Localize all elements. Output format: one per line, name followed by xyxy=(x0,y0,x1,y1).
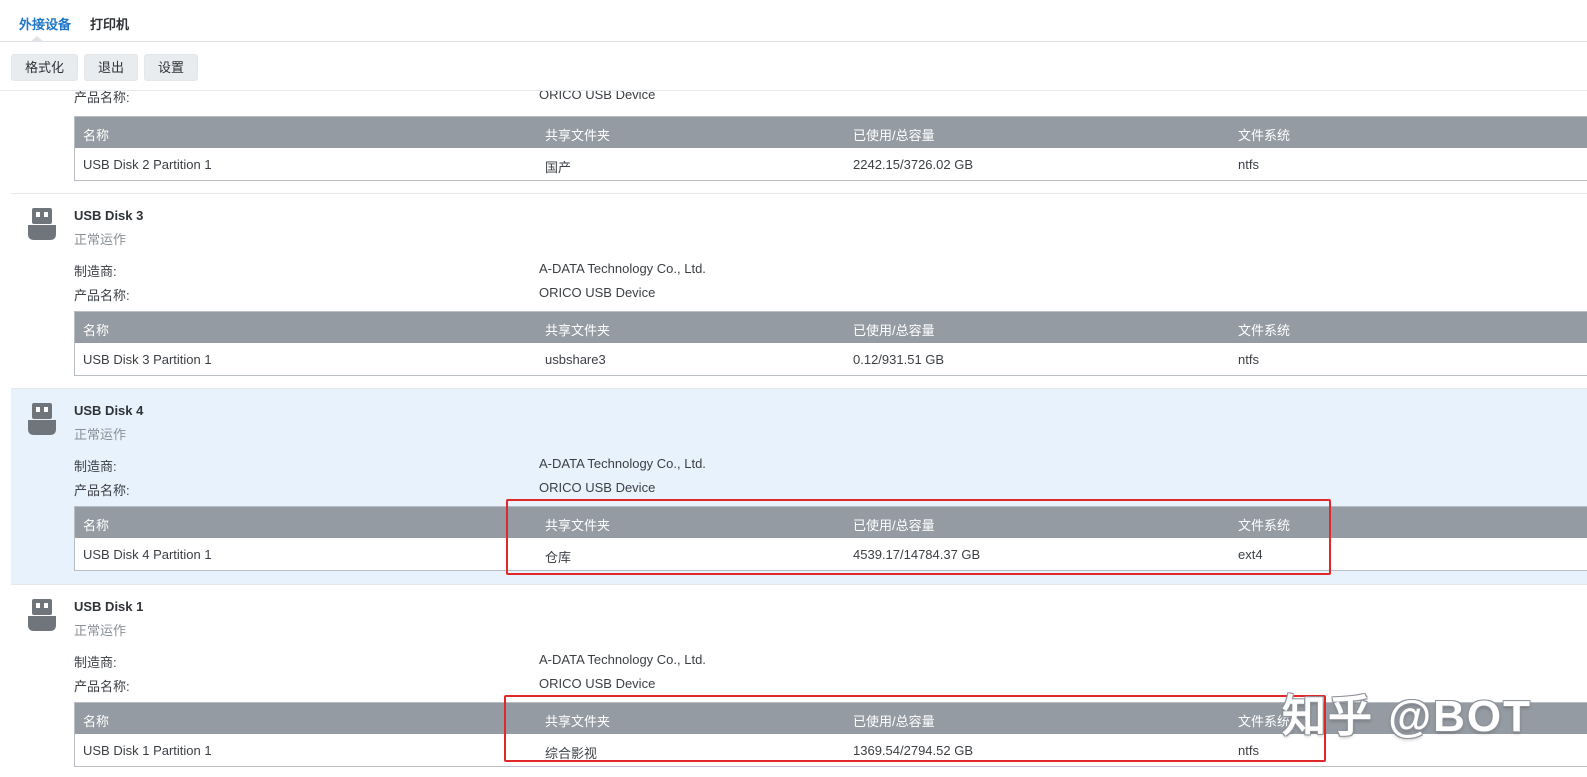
manufacturer-value: A-DATA Technology Co., Ltd. xyxy=(539,652,706,667)
watermark: 知乎 @BOT xyxy=(1282,692,1533,741)
col-name-header: 名称 xyxy=(83,128,110,143)
tab-external-devices[interactable]: 外接设备 xyxy=(19,14,71,33)
partition-filesystem: ntfs xyxy=(1238,157,1259,172)
col-usage-header: 已使用/总容量 xyxy=(853,714,935,729)
tab-printers[interactable]: 打印机 xyxy=(90,14,129,33)
product-name-value: ORICO USB Device xyxy=(539,676,656,691)
partition-table-header: 名称 共享文件夹 已使用/总容量 文件系统 xyxy=(75,117,1587,148)
partition-name: USB Disk 3 Partition 1 xyxy=(83,352,212,367)
device-item[interactable]: 产品名称: ORICO USB Device 名称 共享文件夹 已使用/总容量 … xyxy=(11,90,1587,194)
col-filesystem-header: 文件系统 xyxy=(1238,128,1291,143)
partition-shared-folder: 国产 xyxy=(545,160,572,175)
partition-name: USB Disk 1 Partition 1 xyxy=(83,743,212,758)
product-name-label: 产品名称: xyxy=(74,288,130,303)
partition-name: USB Disk 4 Partition 1 xyxy=(83,547,212,562)
partition-usage: 4539.17/14784.37 GB xyxy=(853,547,981,562)
col-shared-folder-header: 共享文件夹 xyxy=(545,518,611,533)
usb-drive-icon xyxy=(27,598,57,632)
format-button[interactable]: 格式化 xyxy=(11,54,79,81)
manufacturer-value: A-DATA Technology Co., Ltd. xyxy=(539,261,706,276)
tab-bar: 外接设备 打印机 xyxy=(0,0,1587,42)
col-shared-folder-header: 共享文件夹 xyxy=(545,128,611,143)
col-shared-folder-header: 共享文件夹 xyxy=(545,714,611,729)
col-shared-folder-header: 共享文件夹 xyxy=(545,323,611,338)
partition-filesystem: ntfs xyxy=(1238,743,1259,758)
product-name-label: 产品名称: xyxy=(74,483,130,498)
partition-filesystem: ext4 xyxy=(1238,547,1263,562)
device-item-selected[interactable]: USB Disk 4 正常运作 制造商: A-DATA Technology C… xyxy=(11,389,1587,585)
manufacturer-value: A-DATA Technology Co., Ltd. xyxy=(539,456,706,471)
eject-button[interactable]: 退出 xyxy=(84,54,139,81)
device-title: USB Disk 1 xyxy=(74,599,144,614)
device-list[interactable]: 产品名称: ORICO USB Device 名称 共享文件夹 已使用/总容量 … xyxy=(0,90,1587,777)
product-name-value: ORICO USB Device xyxy=(539,285,656,300)
col-name-header: 名称 xyxy=(83,323,110,338)
partition-table: 名称 共享文件夹 已使用/总容量 文件系统 USB Disk 4 Partiti… xyxy=(74,506,1587,571)
col-usage-header: 已使用/总容量 xyxy=(853,323,935,338)
partition-shared-folder: 综合影视 xyxy=(545,746,598,761)
device-item[interactable]: USB Disk 3 正常运作 制造商: A-DATA Technology C… xyxy=(11,194,1587,389)
product-name-value: ORICO USB Device xyxy=(539,90,656,102)
manufacturer-label: 制造商: xyxy=(74,655,117,670)
manufacturer-label: 制造商: xyxy=(74,459,117,474)
col-name-header: 名称 xyxy=(83,518,110,533)
partition-usage: 0.12/931.51 GB xyxy=(853,352,945,367)
partition-table-header: 名称 共享文件夹 已使用/总容量 文件系统 xyxy=(75,507,1587,538)
usb-drive-icon xyxy=(27,402,57,436)
settings-button[interactable]: 设置 xyxy=(144,54,199,81)
col-usage-header: 已使用/总容量 xyxy=(853,518,935,533)
device-title: USB Disk 4 xyxy=(74,403,144,418)
active-tab-indicator xyxy=(30,36,44,42)
device-status: 正常运作 xyxy=(74,427,127,442)
product-name-value: ORICO USB Device xyxy=(539,480,656,495)
device-title: USB Disk 3 xyxy=(74,208,144,223)
usb-drive-icon xyxy=(27,207,57,241)
col-name-header: 名称 xyxy=(83,714,110,729)
partition-shared-folder: 仓库 xyxy=(545,550,572,565)
partition-filesystem: ntfs xyxy=(1238,352,1259,367)
manufacturer-label: 制造商: xyxy=(74,264,117,279)
device-status: 正常运作 xyxy=(74,232,127,247)
partition-usage: 2242.15/3726.02 GB xyxy=(853,157,973,172)
col-filesystem-header: 文件系统 xyxy=(1238,518,1291,533)
partition-table: 名称 共享文件夹 已使用/总容量 文件系统 USB Disk 2 Partiti… xyxy=(74,116,1587,181)
col-filesystem-header: 文件系统 xyxy=(1238,323,1291,338)
partition-name: USB Disk 2 Partition 1 xyxy=(83,157,212,172)
device-status: 正常运作 xyxy=(74,623,127,638)
partition-usage: 1369.54/2794.52 GB xyxy=(853,743,973,758)
toolbar: 格式化 退出 设置 xyxy=(11,54,199,81)
col-usage-header: 已使用/总容量 xyxy=(853,128,935,143)
product-name-label: 产品名称: xyxy=(74,679,130,694)
partition-shared-folder: usbshare3 xyxy=(545,352,606,367)
product-name-label: 产品名称: xyxy=(74,90,130,105)
partition-table-header: 名称 共享文件夹 已使用/总容量 文件系统 xyxy=(75,312,1587,343)
partition-table: 名称 共享文件夹 已使用/总容量 文件系统 USB Disk 3 Partiti… xyxy=(74,311,1587,376)
